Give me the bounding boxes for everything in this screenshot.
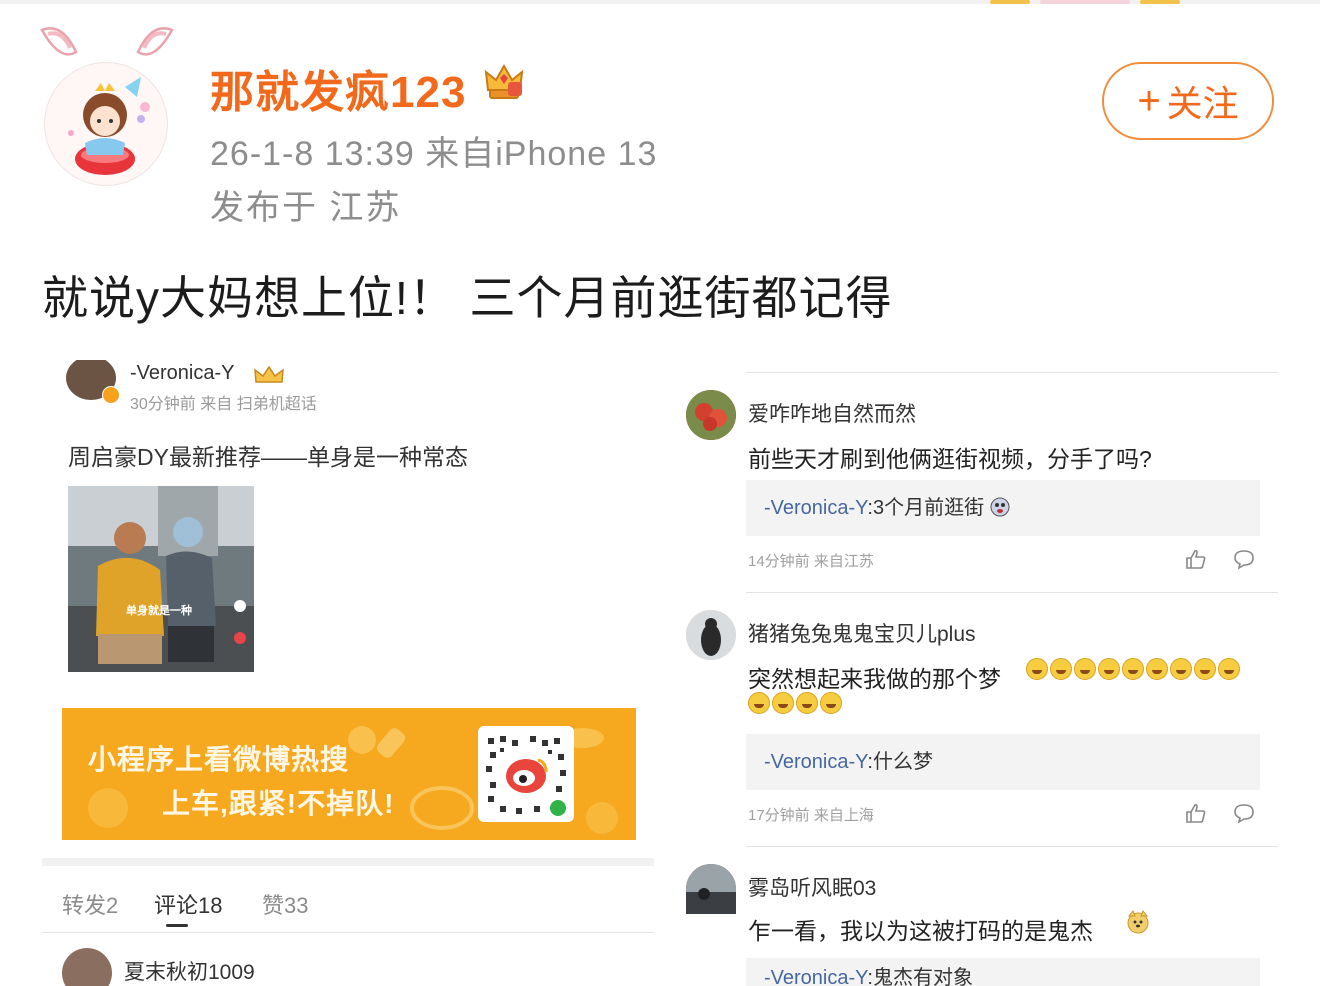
thumbs-up-icon[interactable]: [1184, 548, 1208, 570]
laughing-emoji-row-2: [748, 692, 842, 714]
reply-author: -Veronica-Y: [764, 967, 868, 986]
comment-bubble-icon[interactable]: [1232, 548, 1256, 570]
comment-avatar: [686, 864, 736, 914]
laugh-emoji-icon: [796, 692, 818, 714]
laugh-emoji-icon: [748, 692, 770, 714]
comment-avatar: [686, 390, 736, 440]
comment-author: 雾岛听风眠03: [748, 877, 877, 900]
mini-program-banner[interactable]: 小程序上看微博热搜 上车,跟紧!不掉队!: [62, 708, 636, 840]
comment-text: 乍一看，我以为这被打码的是鬼杰: [748, 918, 1093, 944]
qr-code-icon[interactable]: [478, 726, 574, 822]
comment-text: 突然想起来我做的那个梦: [748, 666, 1001, 692]
laugh-emoji-icon: [1050, 658, 1072, 680]
commenter-name: 夏末秋初1009: [124, 961, 255, 984]
reply-author: -Veronica-Y: [764, 751, 868, 773]
author-username[interactable]: 那就发疯123: [210, 56, 466, 120]
comment-bubble-icon[interactable]: [1232, 802, 1256, 824]
laugh-emoji-icon: [1122, 658, 1144, 680]
video-caption: 单身就是一种: [126, 605, 192, 617]
comment-time: 17分钟前 来自上海: [748, 807, 874, 824]
embedded-author-name: -Veronica-Y: [130, 362, 235, 384]
reply-text: :3个月前逛街: [867, 497, 985, 519]
tab-comments[interactable]: 评论18: [154, 888, 222, 920]
embedded-post-text: 周启豪DY最新推荐——单身是一种常态: [68, 444, 468, 470]
cartoon-girl-icon: [68, 77, 150, 175]
post-location: 发布于 江苏: [210, 189, 402, 227]
author-avatar[interactable]: [32, 22, 182, 186]
face-emoji-icon: [990, 497, 1010, 517]
verified-badge-icon: [102, 386, 120, 404]
comment-divider: [746, 846, 1278, 847]
thumbs-up-icon[interactable]: [1184, 802, 1208, 824]
comment-reply[interactable]: -Veronica-Y:3个月前逛街: [746, 480, 1260, 536]
laugh-emoji-icon: [1074, 658, 1096, 680]
laugh-emoji-icon: [1146, 658, 1168, 680]
laugh-emoji-icon: [1170, 658, 1192, 680]
comment-avatar: [686, 610, 736, 660]
comment-time: 14分钟前 来自江苏: [748, 553, 874, 570]
active-tab-underline: [166, 924, 188, 927]
laugh-emoji-icon: [1218, 658, 1240, 680]
commenter-avatar: [62, 948, 112, 986]
top-strip: [0, 0, 1320, 4]
post-text: 就说y大妈想上位!！ 三个月前逛街都记得: [42, 272, 893, 324]
doge-emoji-icon: [1127, 910, 1149, 934]
follow-label: 关注: [1166, 83, 1239, 124]
banner-line-1: 小程序上看微博热搜: [88, 744, 350, 775]
top-deco-yellow-2: [1140, 0, 1180, 4]
comment-author: 爱咋咋地自然而然: [748, 403, 916, 426]
comment-text: 前些天才刷到他俩逛街视频，分手了吗?: [748, 446, 1152, 472]
comment-divider: [746, 592, 1278, 593]
comment-reply[interactable]: -Veronica-Y:鬼杰有对象: [746, 958, 1260, 986]
embedded-video-thumbnail: 单身就是一种: [68, 486, 254, 672]
top-deco-pink: [1040, 0, 1130, 4]
laugh-emoji-icon: [1194, 658, 1216, 680]
avatar-circle: [44, 62, 168, 186]
embedded-screenshot-left[interactable]: -Veronica-Y 30分钟前 来自 扫弟机超话 周启豪DY最新推荐——单身…: [42, 360, 654, 986]
embedded-post-meta: 30分钟前 来自 扫弟机超话: [130, 396, 317, 413]
comment-divider: [746, 372, 1278, 373]
laughing-emoji-row: [1026, 658, 1240, 680]
tab-likes[interactable]: 赞33: [262, 888, 308, 920]
tabs-divider: [42, 932, 654, 933]
banner-line-2: 上车,跟紧!不掉队!: [162, 788, 395, 819]
tab-reposts[interactable]: 转发2: [62, 888, 118, 920]
laugh-emoji-icon: [772, 692, 794, 714]
post-time-source: 26-1-8 13:39 来自iPhone 13: [210, 135, 658, 173]
laugh-emoji-icon: [1098, 658, 1120, 680]
embedded-screenshot-right[interactable]: 爱咋咋地自然而然 前些天才刷到他俩逛街视频，分手了吗? -Veronica-Y:…: [670, 360, 1282, 986]
crown-badge-icon: [254, 366, 284, 383]
plus-icon: +: [1137, 78, 1161, 123]
comment-author: 猪猪兔兔鬼鬼宝贝儿plus: [748, 623, 976, 646]
crown-vip-icon[interactable]: [482, 60, 526, 104]
top-deco-yellow: [990, 0, 1030, 4]
laugh-emoji-icon: [1026, 658, 1048, 680]
comment-reply[interactable]: -Veronica-Y:什么梦: [746, 734, 1260, 790]
embedded-tabs: 转发2 评论18 赞33: [42, 888, 654, 928]
section-separator: [42, 858, 654, 866]
reply-text: :鬼杰有对象: [867, 967, 973, 986]
reply-author: -Veronica-Y: [764, 497, 868, 519]
follow-button[interactable]: + 关注: [1102, 62, 1274, 140]
laugh-emoji-icon: [820, 692, 842, 714]
reply-text: :什么梦: [867, 751, 933, 773]
